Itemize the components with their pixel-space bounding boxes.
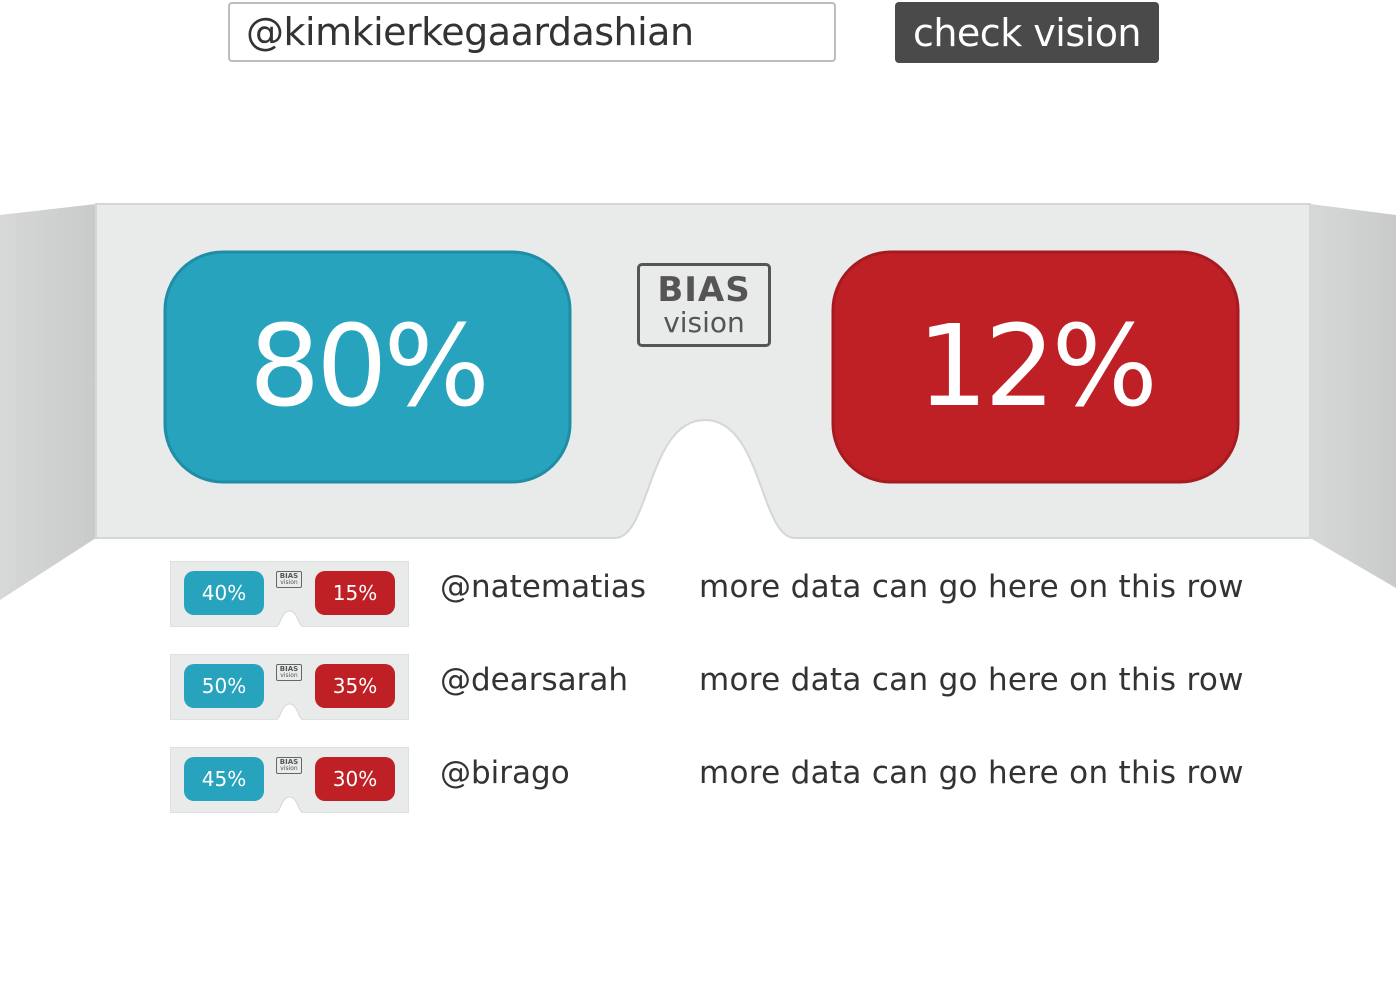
username-input[interactable] [228,2,836,62]
mini-glasses: 40% 15% BIAS vision [169,560,410,628]
row-username[interactable]: @natematias [440,569,646,605]
result-row[interactable]: 45% 30% BIAS vision @birago more data ca… [169,746,1270,814]
row-username[interactable]: @birago [440,755,570,791]
glasses-right-arm [1310,204,1396,588]
glasses-left-arm [0,204,96,600]
result-row[interactable]: 40% 15% BIAS vision @natematias more dat… [169,560,1270,628]
mini-glasses: 50% 35% BIAS vision [169,653,410,721]
main-right-percent: 12% [917,302,1158,432]
bias-vision-logo: BIAS vision [637,263,771,347]
mini-right-percent: 30% [332,767,378,791]
mini-logo-vision: vision [280,579,298,586]
row-username[interactable]: @dearsarah [440,662,628,698]
mini-glasses: 45% 30% BIAS vision [169,746,410,814]
mini-logo-vision: vision [280,672,298,679]
row-note: more data can go here on this row [699,755,1244,791]
mini-logo: BIAS vision [276,664,302,681]
logo-vision-text: vision [663,306,745,339]
mini-left-percent: 50% [201,674,247,698]
main-left-percent: 80% [249,302,490,432]
mini-left-percent: 40% [201,581,247,605]
check-vision-button[interactable]: check vision [895,2,1159,63]
logo-bias-text: BIAS [657,270,751,310]
row-note: more data can go here on this row [699,569,1244,605]
mini-right-percent: 15% [332,581,378,605]
result-row[interactable]: 50% 35% BIAS vision @dearsarah more data… [169,653,1270,721]
row-note: more data can go here on this row [699,662,1244,698]
mini-logo: BIAS vision [276,757,302,774]
mini-logo-vision: vision [280,765,298,772]
mini-logo: BIAS vision [276,571,302,588]
mini-right-percent: 35% [332,674,378,698]
bias-vision-page: check vision 80% 12% BIAS vision [0,0,1396,989]
mini-left-percent: 45% [201,767,247,791]
